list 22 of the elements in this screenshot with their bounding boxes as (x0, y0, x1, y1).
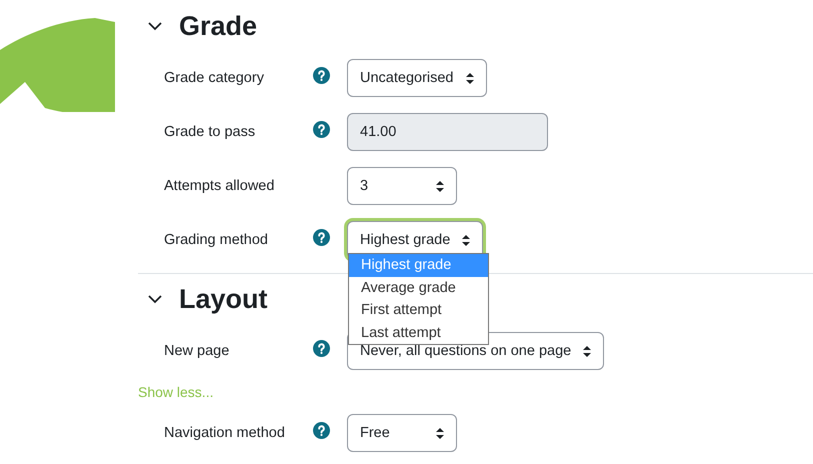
chevron-icon[interactable] (148, 294, 162, 304)
select-field[interactable]: Free (347, 414, 457, 452)
help-icon[interactable] (313, 340, 330, 357)
sort-caret-icon (583, 346, 592, 356)
field-label: Grading method (164, 232, 269, 248)
select-field[interactable]: 3 (347, 167, 457, 205)
sort-caret-icon (466, 72, 474, 84)
field-label: New page (164, 343, 230, 359)
chevron-icon[interactable] (148, 22, 162, 30)
help-icon[interactable] (313, 67, 330, 84)
section-heading: Grade (179, 10, 258, 42)
field-label: Grade category (164, 70, 265, 86)
help-icon[interactable] (313, 229, 330, 246)
field-label: Grade to pass (164, 124, 256, 140)
field-label: Navigation method (164, 425, 286, 441)
section-heading: Layout (179, 284, 268, 314)
select-field[interactable]: Uncategorised (347, 59, 486, 97)
help-icon[interactable] (313, 422, 330, 439)
sort-caret-icon (436, 180, 444, 192)
field-label: Attempts allowed (164, 178, 276, 194)
sort-caret-icon (436, 428, 444, 438)
sort-caret-icon (462, 234, 470, 246)
